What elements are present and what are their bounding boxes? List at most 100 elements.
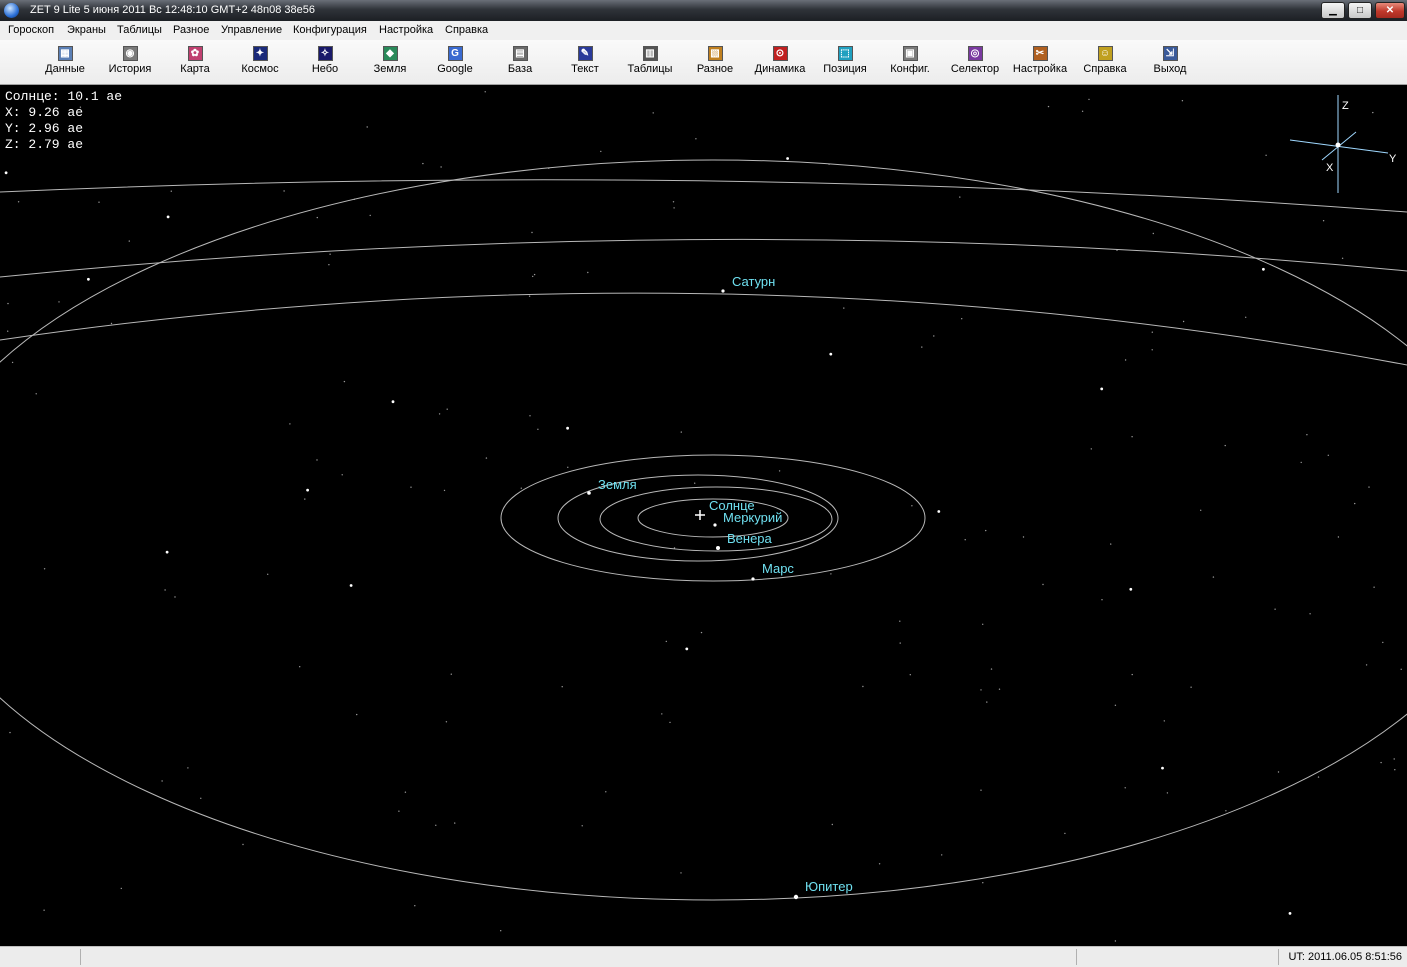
star <box>990 668 993 670</box>
mercury-marker <box>713 523 717 527</box>
star <box>843 307 845 309</box>
star <box>998 688 1001 690</box>
menu-configuration[interactable]: Конфигурация <box>293 24 367 36</box>
star <box>1190 686 1192 688</box>
toolbar-button-label: Динамика <box>754 63 806 75</box>
star <box>899 620 901 622</box>
toolbar-button-7[interactable]: G Google <box>423 42 487 82</box>
star <box>1225 810 1227 812</box>
orbit-venus <box>599 486 833 552</box>
star <box>1373 586 1375 588</box>
solar-system-view[interactable]: Z Y X Солнце Меркурий Венера Земля Марс … <box>0 85 1407 945</box>
maximize-button[interactable]: □ <box>1348 2 1372 19</box>
minimize-button[interactable]: ▁ <box>1321 2 1345 19</box>
star <box>306 488 309 492</box>
toolbar-button-6[interactable]: ◆ Земля <box>358 42 422 82</box>
star <box>1131 673 1133 676</box>
toolbar-button-10[interactable]: ▥ Таблицы <box>618 42 682 82</box>
star <box>343 380 346 383</box>
star <box>110 322 113 325</box>
star <box>695 138 697 140</box>
toolbar-button-17[interactable]: ☺ Справка <box>1073 42 1137 82</box>
star <box>450 673 452 675</box>
star <box>349 584 353 587</box>
star <box>1394 769 1396 771</box>
star <box>1368 486 1370 488</box>
star <box>587 271 589 274</box>
star <box>174 596 176 598</box>
window-title: ZET 9 Lite 5 июня 2011 Вс 12:48:10 GMT+2… <box>30 4 316 16</box>
orbit-neptune <box>0 179 1407 213</box>
toolbar-button-18[interactable]: ⇲ Выход <box>1138 42 1202 82</box>
toolbar-button-8[interactable]: ▤ База <box>488 42 552 82</box>
mercury-label: Меркурий <box>723 510 782 525</box>
star <box>1322 220 1325 222</box>
settings-tools-icon: ✂ <box>1032 46 1048 61</box>
axis-z-label: Z <box>1342 100 1349 112</box>
star <box>1181 100 1184 102</box>
star <box>1081 110 1084 112</box>
history-disk-icon: ◉ <box>122 46 138 61</box>
venus-marker <box>716 546 720 550</box>
star <box>673 547 676 549</box>
toolbar-button-label: База <box>507 63 533 75</box>
cosmos-icon: ✦ <box>252 46 268 61</box>
close-button[interactable]: ✕ <box>1375 2 1405 19</box>
star <box>445 721 448 723</box>
star <box>9 731 11 734</box>
star <box>1372 111 1374 114</box>
star <box>1245 316 1247 318</box>
star <box>1090 448 1093 450</box>
star <box>921 346 923 348</box>
toolbar-button-14[interactable]: ▣ Конфиг. <box>878 42 942 82</box>
menu-help[interactable]: Справка <box>445 24 488 36</box>
star <box>404 791 407 793</box>
star <box>17 201 20 203</box>
position-icon: ⬚ <box>837 46 853 61</box>
toolbar-button-12[interactable]: ⊙ Динамика <box>748 42 812 82</box>
star <box>961 318 963 320</box>
menu-horoscope[interactable]: Гороскоп <box>8 24 54 36</box>
star <box>316 459 318 461</box>
toolbar-button-13[interactable]: ⬚ Позиция <box>813 42 877 82</box>
star-field <box>4 91 1402 942</box>
star <box>1163 720 1166 722</box>
mars-marker <box>751 577 755 581</box>
toolbar-button-label: Позиция <box>823 63 867 75</box>
menu-screens[interactable]: Экраны <box>67 24 106 36</box>
menu-misc[interactable]: Разное <box>173 24 209 36</box>
star <box>35 393 37 395</box>
star <box>43 568 46 570</box>
jupiter-label: Юпитер <box>805 879 853 894</box>
toolbar-button-label: Текст <box>571 63 599 75</box>
star <box>410 486 412 488</box>
star <box>1354 502 1356 505</box>
toolbar-button-16[interactable]: ✂ Настройка <box>1008 42 1072 82</box>
venus-label: Венера <box>727 531 773 546</box>
star <box>1042 583 1044 586</box>
star <box>1262 267 1265 271</box>
toolbar-button-11[interactable]: ▧ Разное <box>683 42 747 82</box>
toolbar-button-5[interactable]: ✧ Небо <box>293 42 357 82</box>
toolbar-button-1[interactable]: ▦ Данные <box>33 42 97 82</box>
star <box>669 721 671 724</box>
title-bar: ZET 9 Lite 5 июня 2011 Вс 12:48:10 GMT+2… <box>0 0 1407 21</box>
toolbar-button-3[interactable]: ✿ Карта <box>163 42 227 82</box>
menu-control[interactable]: Управление <box>221 24 282 36</box>
star <box>532 275 534 278</box>
star <box>391 400 395 404</box>
star <box>561 686 563 688</box>
toolbar-button-4[interactable]: ✦ Космос <box>228 42 292 82</box>
toolbar-button-9[interactable]: ✎ Текст <box>553 42 617 82</box>
star <box>531 231 533 234</box>
star <box>299 666 301 668</box>
star <box>899 642 901 644</box>
menu-tables[interactable]: Таблицы <box>117 24 162 36</box>
toolbar-button-2[interactable]: ◉ История <box>98 42 162 82</box>
star <box>1114 704 1117 706</box>
star <box>673 207 675 209</box>
toolbar-button-15[interactable]: ◎ Селектор <box>943 42 1007 82</box>
menu-settings[interactable]: Настройка <box>379 24 433 36</box>
y-coordinate-readout: Y: 2.96 ае <box>5 121 84 136</box>
star <box>500 930 502 932</box>
